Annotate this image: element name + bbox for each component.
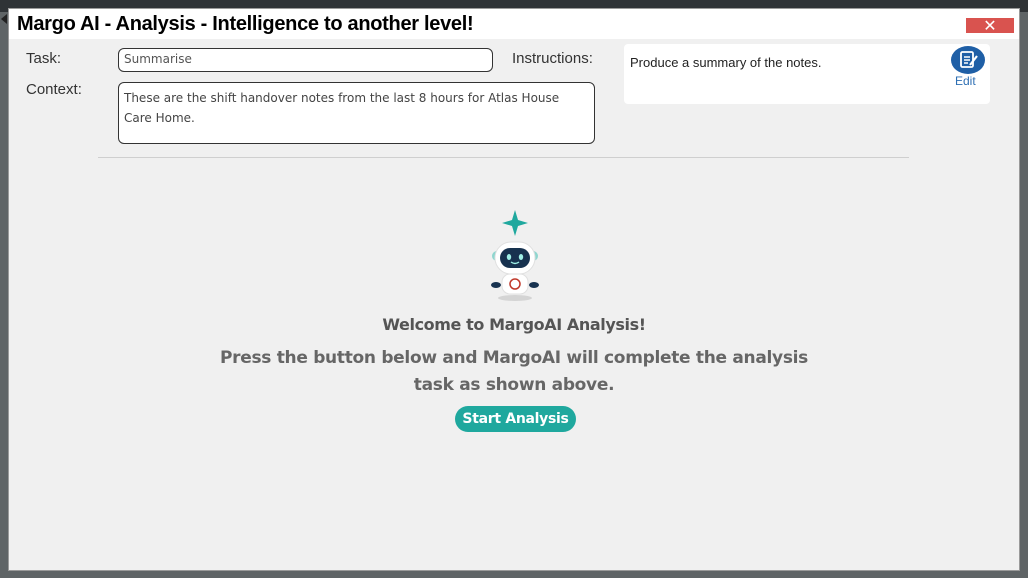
analysis-dialog: Margo AI - Analysis - Intelligence to an… [9,9,1019,570]
instructions-box: Produce a summary of the notes. Edit [624,44,990,104]
instructions-text: Produce a summary of the notes. [630,55,822,70]
instructions-label: Instructions: [512,50,593,67]
window-title: Margo AI - Analysis - Intelligence to an… [17,13,474,35]
context-field[interactable]: These are the shift handover notes from … [118,82,595,144]
title-bar: Margo AI - Analysis - Intelligence to an… [9,9,1019,39]
divider [98,157,909,158]
task-label: Task: [26,50,62,67]
edit-link[interactable]: Edit [955,74,976,88]
welcome-title: Welcome to MargoAI Analysis! [382,315,646,334]
edit-document-icon[interactable] [951,46,985,74]
start-analysis-button[interactable]: Start Analysis [455,406,576,432]
robot-mascot-icon [475,206,553,306]
close-button[interactable]: ✕ [966,16,1014,35]
back-arrow-icon[interactable] [1,14,7,24]
welcome-description: Press the button below and MargoAI will … [219,348,808,395]
task-field[interactable]: Summarise [118,48,493,72]
close-x-icon: ✕ [983,16,997,35]
context-label: Context: [26,81,82,98]
